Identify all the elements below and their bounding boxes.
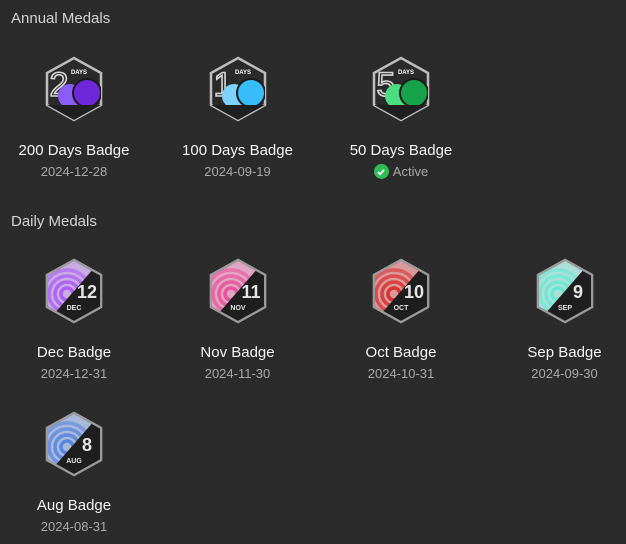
medal-name: Aug Badge — [36, 497, 112, 514]
active-label: Active — [392, 164, 429, 179]
svg-text:9: 9 — [572, 282, 582, 302]
svg-text:DAYS: DAYS — [398, 70, 414, 76]
medal-name: 100 Days Badge — [182, 142, 293, 159]
svg-text:DEC: DEC — [67, 305, 82, 312]
annual-medal-card[interactable]: 1 DAYS 100 Days Badge 2024-09-19 — [156, 56, 320, 179]
medal-name: Oct Badge — [365, 344, 437, 361]
daily-medal-card[interactable]: 8 AUG Aug Badge 2024-08-31 — [0, 411, 156, 534]
medal-name: Dec Badge — [36, 344, 112, 361]
daily-medal-card[interactable]: 11 NOV Nov Badge 2024-11-30 — [156, 258, 320, 381]
medal-name: 200 Days Badge — [18, 142, 130, 159]
hexagon-medal-icon: 8AUG — [45, 411, 103, 477]
annual-medals-title: Annual Medals — [11, 10, 111, 27]
hexagon-medal-icon: 1 DAYS — [209, 56, 266, 122]
active-status: Active — [319, 164, 483, 179]
svg-text:NOV: NOV — [230, 305, 246, 312]
svg-text:DAYS: DAYS — [234, 70, 250, 76]
hexagon-medal-icon: 9SEP — [536, 258, 593, 324]
medal-name: Nov Badge — [200, 344, 275, 361]
svg-text:OCT: OCT — [394, 305, 410, 312]
hexagon-medal-icon: 12 DEC — [45, 258, 103, 324]
medal-date: 2024-09-19 — [204, 164, 271, 179]
svg-text:AUG: AUG — [66, 458, 82, 465]
annual-medal-card[interactable]: 5 DAYS 50 Days Badge Active — [319, 56, 483, 179]
annual-medal-card[interactable]: 2 DAYS 200 Days Badge 2024-12-28 — [0, 56, 156, 179]
hexagon-medal-icon: 10 OCT — [372, 258, 430, 324]
medal-date: 2024-11-30 — [204, 366, 271, 381]
medal-date: 2024-08-31 — [40, 519, 108, 534]
daily-medal-card[interactable]: 12 DEC Dec Badge 2024-12-31 — [0, 258, 156, 381]
hexagon-medal-icon: 11 NOV — [209, 258, 266, 324]
svg-text:8: 8 — [82, 435, 92, 455]
medal-date: 2024-10-31 — [367, 366, 435, 381]
svg-text:SEP: SEP — [557, 305, 571, 312]
hexagon-medal-icon: 2 DAYS — [45, 56, 103, 122]
medal-date: 2024-12-31 — [40, 366, 108, 381]
daily-medals-title: Daily Medals — [11, 213, 97, 230]
medal-name: Sep Badge — [527, 344, 602, 361]
svg-text:DAYS: DAYS — [71, 70, 87, 76]
medal-date: 2024-12-28 — [40, 164, 108, 179]
medal-date: 2024-09-30 — [531, 366, 598, 381]
daily-medal-card[interactable]: 10 OCT Oct Badge 2024-10-31 — [319, 258, 483, 381]
svg-text:10: 10 — [404, 282, 424, 302]
check-circle-icon — [373, 164, 389, 179]
hexagon-medal-icon: 5 DAYS — [372, 56, 430, 122]
daily-medal-card[interactable]: 9 SEP Sep Badge 2024-09-30 — [483, 258, 626, 381]
medal-name: 50 Days Badge — [349, 142, 453, 159]
svg-text:12: 12 — [77, 282, 97, 302]
svg-text:11: 11 — [241, 282, 260, 302]
